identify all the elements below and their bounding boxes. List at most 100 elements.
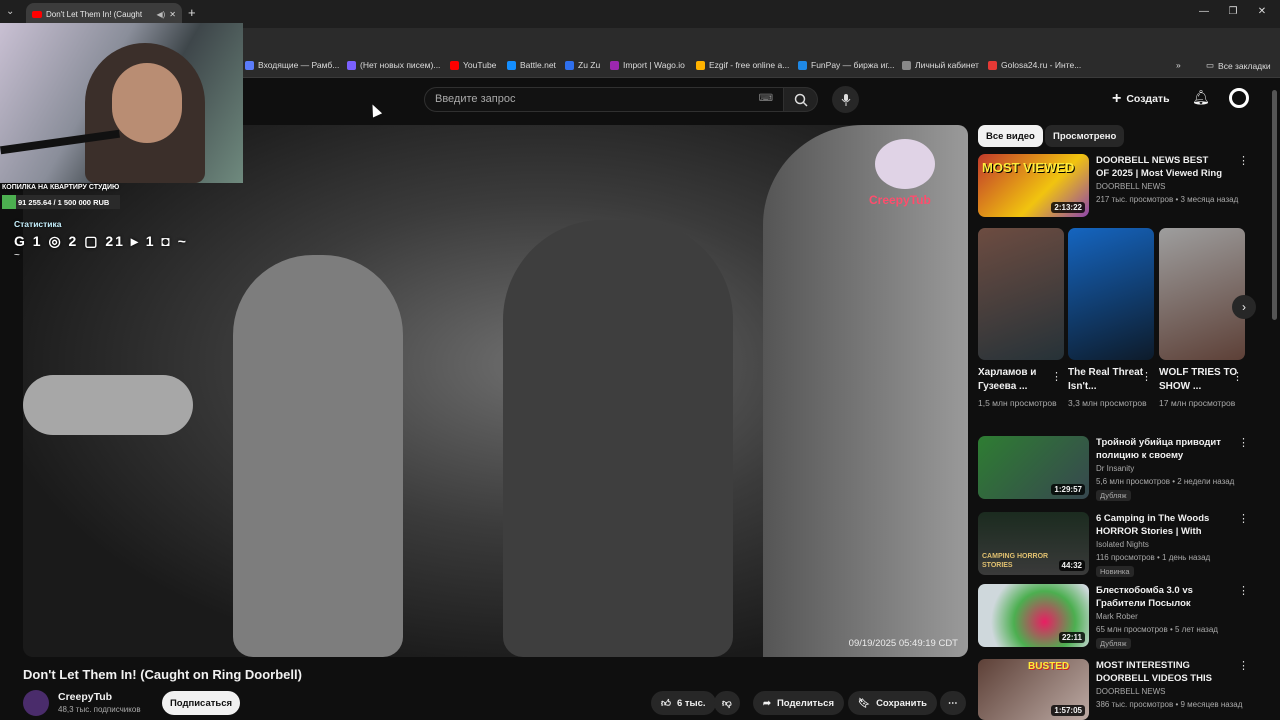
channel-name[interactable]: CreepyTub <box>58 691 112 703</box>
bookmark-item[interactable]: Ezgif - free online a... <box>696 60 789 70</box>
duration-badge: 2:13:22 <box>1051 202 1085 213</box>
short-thumbnail[interactable] <box>1068 228 1154 360</box>
page-scrollbar[interactable] <box>1272 90 1277 320</box>
share-label: Поделиться <box>776 697 834 709</box>
new-badge: Новинка <box>1096 566 1134 577</box>
like-button[interactable]: 👍︎ 6 тыс. <box>651 691 716 715</box>
create-button[interactable]: + Создать <box>1112 88 1170 110</box>
wago-icon <box>610 60 619 70</box>
restore-icon[interactable]: ❐ <box>1226 6 1240 17</box>
chip-all-videos[interactable]: Все видео <box>978 125 1043 147</box>
bookmark-label: Ezgif - free online a... <box>709 60 790 70</box>
clown-logo-icon <box>875 139 935 189</box>
recommended-video[interactable]: CAMPING HORROR STORIES 44:32 6 Camping i… <box>978 512 1258 578</box>
recommended-video[interactable]: 1:29:57 Тройной убийца приводит полицию … <box>978 436 1258 502</box>
shorts-next-icon[interactable]: › <box>1232 295 1256 319</box>
bookmark-item[interactable]: Import | Wago.io <box>610 60 685 70</box>
minimize-icon[interactable]: — <box>1197 6 1211 17</box>
dislike-button[interactable]: 👎︎ <box>714 691 740 715</box>
video-title: Блесткобомба 3.0 vs Грабители Посылок <box>1096 585 1193 609</box>
keyboard-icon[interactable]: ⌨ <box>759 93 773 104</box>
short-thumbnail[interactable] <box>1159 228 1245 360</box>
battlenet-icon <box>507 60 516 70</box>
stats-title: Статистика <box>14 219 62 229</box>
save-button[interactable]: 🔖︎ Сохранить <box>848 691 937 715</box>
tab-search-icon[interactable]: ⌄ <box>6 6 14 17</box>
chip-watched[interactable]: Просмотрено <box>1045 125 1125 147</box>
bookmark-label: Личный кабинет <box>915 60 979 70</box>
bookmark-item[interactable]: Golosa24.ru - Инте... <box>988 60 1081 70</box>
recommended-video[interactable]: BUSTED 1:57:05 MOST INTERESTING DOORBELL… <box>978 659 1258 720</box>
more-vert-icon[interactable]: ⋮ <box>1051 370 1062 383</box>
recommended-video[interactable]: 22:11 Блесткобомба 3.0 vs Грабители Посы… <box>978 584 1258 650</box>
all-bookmarks[interactable]: ▭ Все закладки <box>1206 60 1271 71</box>
search-button[interactable] <box>784 87 818 112</box>
save-label: Сохранить <box>876 697 927 709</box>
video-meta: 386 тыс. просмотров • 9 месяцев назад <box>1096 700 1243 709</box>
video-meta: 217 тыс. просмотров • 3 месяца назад <box>1096 195 1239 204</box>
bookmark-item[interactable]: FunPay — биржа иг... <box>798 60 895 70</box>
channel-avatar[interactable] <box>23 690 49 716</box>
video-title: Don't Let Them In! (Caught on Ring Doorb… <box>23 667 302 682</box>
more-vert-icon[interactable]: ⋮ <box>1238 584 1249 597</box>
create-label: Создать <box>1126 93 1170 105</box>
donation-goal-title: КОПИЛКА НА КВАРТИРУ СТУДИЮ <box>2 184 120 191</box>
short-thumbnail[interactable] <box>978 228 1064 360</box>
video-title: 6 Camping in The Woods HORROR Stories | … <box>1096 513 1210 537</box>
bookmark-label: Battle.net <box>520 60 556 70</box>
recommended-video[interactable]: MOST VIEWED 2:13:22 DOORBELL NEWS BEST O… <box>978 154 1258 218</box>
bookmark-item[interactable]: Личный кабинет <box>902 60 979 70</box>
webcam-overlay <box>0 23 243 183</box>
bookmark-favicon-icon <box>347 60 356 70</box>
search-placeholder: Введите запрос <box>435 93 516 105</box>
video-thumbnail: MOST VIEWED 2:13:22 <box>978 154 1089 217</box>
goal-progress-fill <box>2 195 16 209</box>
video-overlay-channel: CreepyTub <box>869 193 931 207</box>
subscribe-button[interactable]: Подписаться <box>162 691 240 715</box>
more-vert-icon[interactable]: ⋮ <box>1238 436 1249 449</box>
video-title: Тройной убийца приводит полицию к своему… <box>1096 437 1221 461</box>
tab-close-icon[interactable]: ✕ <box>169 10 176 19</box>
bookmark-item[interactable]: Battle.net <box>507 60 556 70</box>
bookmarks-overflow-icon[interactable]: » <box>1176 60 1181 70</box>
stats-counters-extra: ~ <box>14 250 20 261</box>
bookmark-item[interactable]: Входящие — Рамб... <box>245 60 339 70</box>
notifications-bell-icon[interactable]: 🔔︎ <box>1192 89 1210 106</box>
bookmark-label: Zu Zu <box>578 60 601 70</box>
duration-badge: 1:29:57 <box>1051 484 1085 495</box>
bookmark-favicon-icon <box>902 60 911 70</box>
bookmark-label: FunPay — биржа иг... <box>811 60 895 70</box>
share-button[interactable]: ➦ Поделиться <box>753 691 844 715</box>
subscriber-count: 48,3 тыс. подписчиков <box>58 705 141 714</box>
more-vert-icon[interactable]: ⋮ <box>1238 512 1249 525</box>
new-tab-icon[interactable]: + <box>188 5 196 20</box>
window-close-icon[interactable]: ✕ <box>1255 6 1269 17</box>
search-icon <box>794 93 808 107</box>
avatar[interactable] <box>1229 88 1249 108</box>
search-input[interactable]: Введите запрос ⌨ <box>424 87 784 112</box>
video-thumbnail: CAMPING HORROR STORIES 44:32 <box>978 512 1089 575</box>
more-vert-icon[interactable]: ⋮ <box>1232 370 1243 383</box>
more-vert-icon[interactable]: ⋮ <box>1141 370 1152 383</box>
channel-name: Isolated Nights <box>1096 540 1149 549</box>
all-bookmarks-label: Все закладки <box>1218 60 1271 71</box>
funpay-icon <box>798 60 807 70</box>
voice-search-button[interactable] <box>832 86 859 113</box>
video-player[interactable]: CreepyTub 09/19/2025 05:49:19 CDT <box>23 125 968 657</box>
speaker-icon[interactable]: ◀) <box>156 10 165 19</box>
more-vert-icon[interactable]: ⋮ <box>1238 659 1249 672</box>
stats-counters: G 1 ◎ 2 ▢ 21 ▸ 1 ◘ ~ <box>14 233 188 249</box>
bookmark-item[interactable]: YouTube <box>450 60 496 70</box>
bookmark-item[interactable]: Zu Zu <box>565 60 600 70</box>
goal-value: 91 255.64 / 1 500 000 RUB <box>18 197 110 207</box>
more-vert-icon[interactable]: ⋮ <box>1238 154 1249 167</box>
video-doorframe <box>763 125 968 657</box>
bookmark-label: Golosa24.ru - Инте... <box>1001 60 1082 70</box>
browser-tab-active[interactable]: Don't Let Them In! (Caught ◀) ✕ <box>26 3 182 25</box>
more-actions-button[interactable]: ⋯ <box>940 691 966 715</box>
short-title[interactable]: WOLF TRIES TO SHOW ... <box>1159 366 1239 394</box>
short-title[interactable]: Харламов и Гузеева ... <box>978 366 1058 394</box>
short-title[interactable]: The Real Threat Isn't... <box>1068 366 1148 394</box>
bookmark-item[interactable]: (Нет новых писем)... <box>347 60 440 70</box>
bookmark-label: YouTube <box>463 60 497 70</box>
